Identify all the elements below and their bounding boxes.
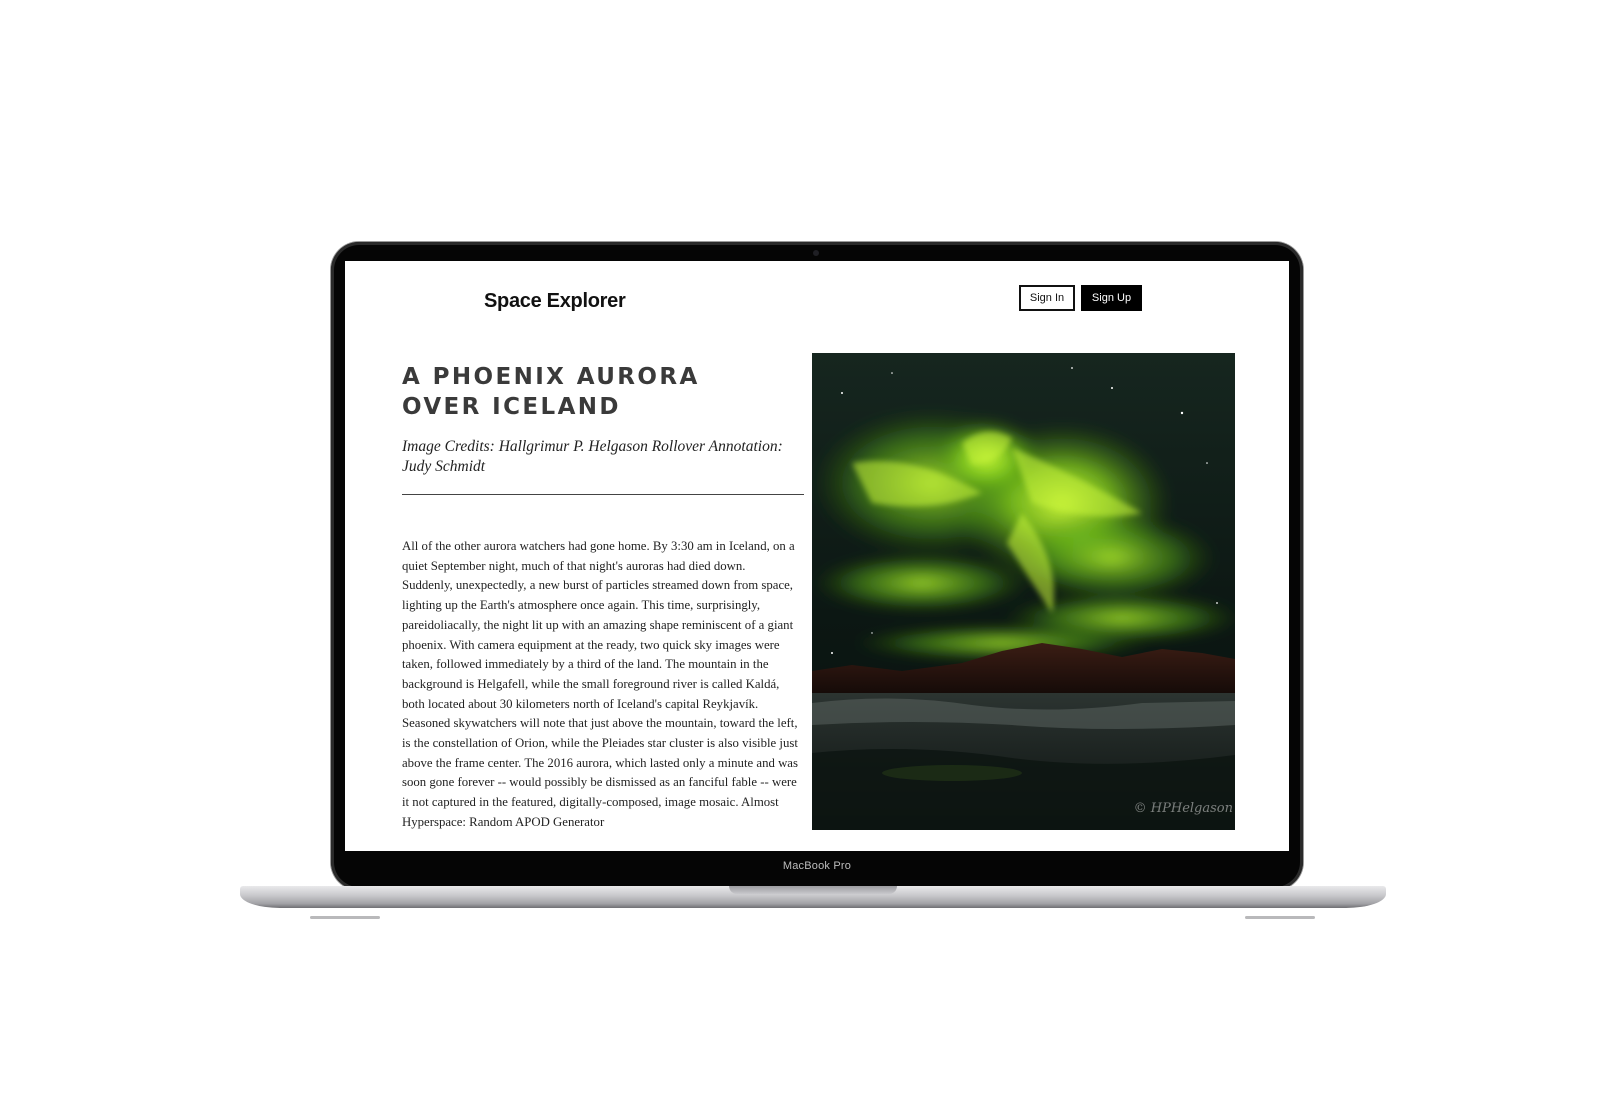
- article-body: All of the other aurora watchers had gon…: [402, 539, 798, 829]
- divider: [402, 494, 804, 495]
- camera-dot: [813, 250, 819, 256]
- laptop-foot-left: [310, 916, 380, 919]
- laptop-foot-right: [1245, 916, 1315, 919]
- site-title[interactable]: Space Explorer: [484, 290, 626, 313]
- device-label: MacBook Pro: [782, 860, 852, 872]
- photo-watermark: © HPHelgason: [1133, 801, 1233, 816]
- article-title: A PHOENIX AURORA OVER ICELAND: [402, 364, 700, 420]
- screen: Space Explorer Sign In Sign Up A PHOENIX…: [345, 261, 1289, 851]
- sign-in-button[interactable]: Sign In: [1019, 285, 1075, 311]
- sign-up-button[interactable]: Sign Up: [1081, 285, 1142, 311]
- laptop-base: [240, 886, 1386, 908]
- aurora-image: © HPHelgason: [812, 353, 1235, 830]
- aurora-photo: [812, 353, 1235, 830]
- laptop-notch: [729, 886, 897, 894]
- image-credits: Image Credits: Hallgrimur P. Helgason Ro…: [402, 438, 783, 475]
